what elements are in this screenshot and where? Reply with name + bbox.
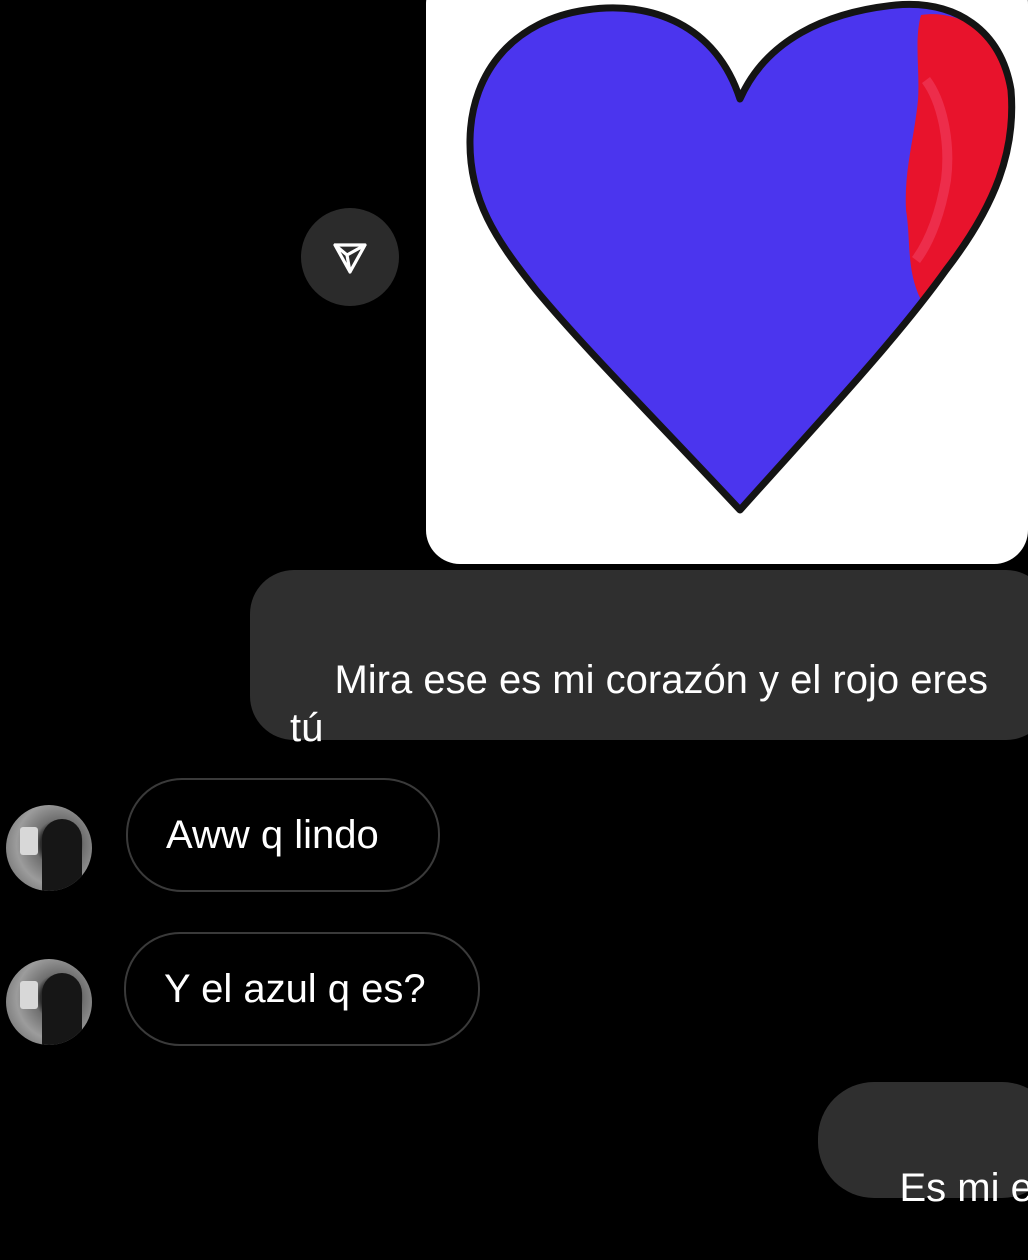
message-text: Es mi ex (899, 1166, 1028, 1210)
message-text: Aww q lindo (166, 813, 379, 857)
incoming-message-bubble[interactable]: Aww q lindo (126, 778, 440, 892)
heart-drawing-image (466, 0, 1016, 514)
share-button[interactable] (301, 208, 399, 306)
send-arrow-icon (333, 243, 367, 274)
incoming-message-bubble[interactable]: Y el azul q es? (124, 932, 480, 1046)
avatar[interactable] (6, 805, 92, 891)
message-text: Mira ese es mi corazón y el rojo eres tú (290, 658, 1000, 750)
message-text: Y el azul q es? (164, 967, 426, 1011)
shared-image-message[interactable] (426, 0, 1028, 564)
avatar[interactable] (6, 959, 92, 1045)
outgoing-message-bubble[interactable]: Es mi ex (818, 1082, 1028, 1210)
chat-thread: Mira ese es mi corazón y el rojo eres tú… (0, 0, 1028, 1210)
outgoing-message-bubble[interactable]: Mira ese es mi corazón y el rojo eres tú (250, 570, 1028, 750)
